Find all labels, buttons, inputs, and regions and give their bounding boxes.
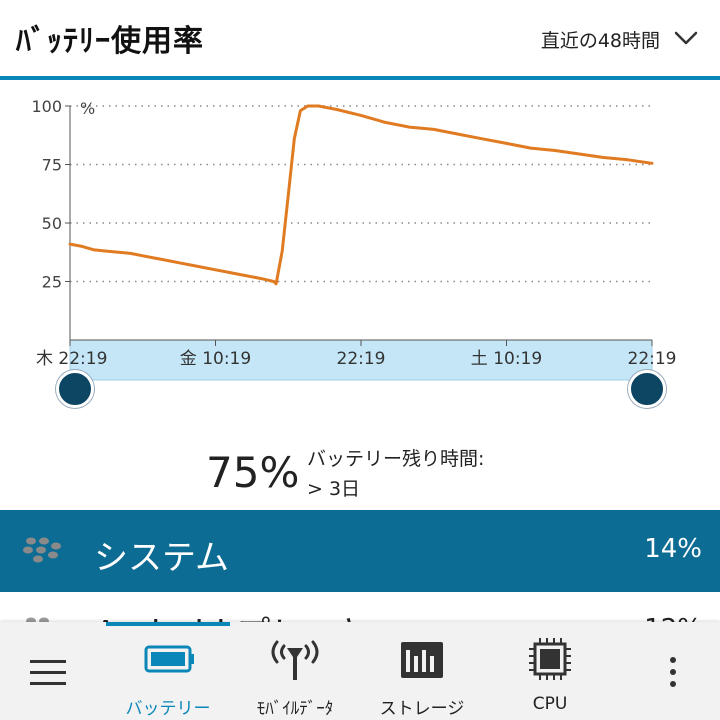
blackberry-logo-icon <box>23 537 61 563</box>
storage-icon <box>401 642 443 678</box>
app-header: ﾊﾞｯﾃﾘｰ使用率 直近の48時間 <box>0 0 720 76</box>
list-item-system[interactable]: システム 14% <box>0 510 720 592</box>
tab-mobile-data-label: ﾓﾊﾞｲﾙﾃﾞｰﾀ <box>256 699 334 719</box>
list-item-percent: 14% <box>644 534 702 564</box>
range-end-handle[interactable] <box>628 370 666 408</box>
list-item-name: システム <box>94 538 229 578</box>
remaining-time-value: > 3日 <box>307 478 361 500</box>
y-tick-label: 50 <box>42 214 62 233</box>
y-unit-label: % <box>80 99 95 118</box>
y-tick-label: 100 <box>31 97 62 116</box>
y-tick-label: 25 <box>42 273 62 292</box>
tab-battery-label: バッテリー <box>125 699 211 719</box>
battery-chart-area: 25 50 75 100 % 木 22:19 金 10:19 22:19 土 10:19 22… <box>0 80 720 420</box>
antenna-signal-icon <box>271 640 319 680</box>
x-tick-label: 22:19 <box>628 349 677 369</box>
more-vertical-icon <box>670 657 676 687</box>
x-tick-label: 22:19 <box>337 349 386 369</box>
bottom-navigation: バッテリー ﾓﾊﾞｲﾙﾃﾞｰﾀ ストレージ CPU <box>0 622 720 720</box>
tab-cpu-label: CPU <box>532 694 568 714</box>
tab-cpu[interactable]: CPU <box>500 622 600 720</box>
tab-storage-label: ストレージ <box>379 699 465 719</box>
hamburger-menu-icon <box>30 660 66 685</box>
menu-button[interactable] <box>14 622 84 720</box>
tab-mobile-data[interactable]: ﾓﾊﾞｲﾙﾃﾞｰﾀ <box>240 622 350 720</box>
chevron-down-icon[interactable] <box>672 24 700 52</box>
cpu-chip-icon <box>529 638 571 680</box>
remaining-time-label: バッテリー残り時間: <box>307 448 485 470</box>
battery-summary: 75% バッテリー残り時間: > 3日 <box>0 420 720 510</box>
battery-level-line <box>68 104 654 286</box>
battery-usage-screen: ﾊﾞｯﾃﾘｰ使用率 直近の48時間 25 50 75 100 % 木 22:19 金 1… <box>0 0 720 720</box>
range-start-handle[interactable] <box>56 370 94 408</box>
time-range-label[interactable]: 直近の48時間 <box>541 26 660 53</box>
x-tick-label: 土 10:19 <box>471 349 542 369</box>
battery-percent: 75% <box>206 448 300 497</box>
page-title: ﾊﾞｯﾃﾘｰ使用率 <box>16 24 204 59</box>
battery-chart: 25 50 75 100 % 木 22:19 金 10:19 22:19 土 10:19 22… <box>31 97 677 381</box>
overflow-menu-button[interactable] <box>650 622 696 720</box>
y-tick-label: 75 <box>42 156 62 175</box>
battery-icon <box>144 645 194 673</box>
x-tick-label: 金 10:19 <box>180 349 251 369</box>
x-tick-label: 木 22:19 <box>36 349 107 369</box>
tab-battery[interactable]: バッテリー <box>106 622 230 720</box>
tab-storage[interactable]: ストレージ <box>362 622 482 720</box>
